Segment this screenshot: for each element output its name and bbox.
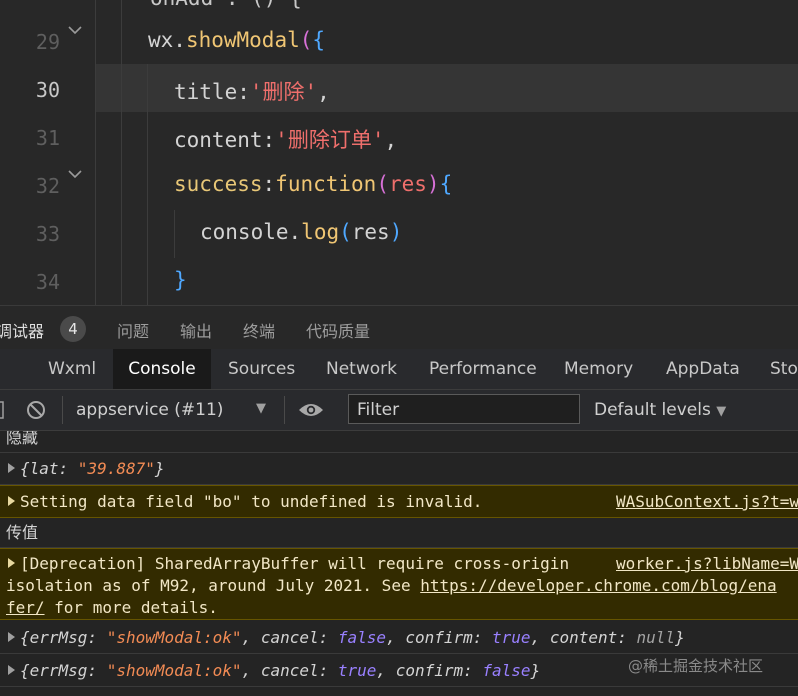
code-line-30: title:'删除', xyxy=(174,76,330,106)
tab-console[interactable]: Console xyxy=(113,349,211,389)
expand-triangle-icon[interactable] xyxy=(8,558,15,568)
tab-sources[interactable]: Sources xyxy=(212,349,311,389)
line-number: 34 xyxy=(0,270,60,294)
tab-wxml[interactable]: Wxml xyxy=(32,349,112,389)
filter-input[interactable] xyxy=(355,398,575,422)
indent-guide xyxy=(121,0,122,305)
log-levels-dropdown[interactable]: Default levels ▼ xyxy=(594,400,726,420)
log-row: 隐藏 xyxy=(0,431,798,453)
code-line-29: wx.showModal({ xyxy=(148,28,325,52)
expand-triangle-icon[interactable] xyxy=(8,496,15,506)
tab-performance[interactable]: Performance xyxy=(413,349,553,389)
line-number-active: 30 xyxy=(0,78,60,102)
context-selector[interactable]: appservice (#11) xyxy=(76,400,223,420)
log-levels-label: Default levels xyxy=(594,400,711,420)
partial-code-line: onAdd : () { xyxy=(150,0,302,10)
tab-network[interactable]: Network xyxy=(310,349,413,389)
code-editor[interactable]: onAdd : () { 29 30 31 32 33 34 wx.showMo… xyxy=(0,0,798,305)
expand-triangle-icon[interactable] xyxy=(8,632,15,642)
panel-tab-bar: 调试器 4 问题 输出 终端 代码质量 xyxy=(0,305,798,350)
warning-row[interactable]: Setting data field "bo" to undefined is … xyxy=(0,485,798,518)
source-link[interactable]: worker.js?libName=W xyxy=(616,553,798,575)
code-line-32: success:function(res){ xyxy=(174,172,452,196)
filter-box xyxy=(348,394,580,424)
code-line-31: content:'删除订单', xyxy=(174,124,397,154)
code-line-34: } xyxy=(174,268,187,292)
line-number: 33 xyxy=(0,222,60,246)
tab-memory[interactable]: Memory xyxy=(548,349,649,389)
line-number: 29 xyxy=(0,30,60,54)
indent-guide xyxy=(174,210,175,258)
divider xyxy=(62,396,63,424)
line-number: 31 xyxy=(0,126,60,150)
log-row-object[interactable]: {lat: "39.887"} xyxy=(0,453,798,485)
tab-debugger[interactable]: 调试器 xyxy=(0,318,44,342)
debugger-badge: 4 xyxy=(60,316,86,342)
deprecation-link[interactable]: fer/ xyxy=(6,598,45,617)
tab-output[interactable]: 输出 xyxy=(180,318,212,342)
tab-code-quality[interactable]: 代码质量 xyxy=(306,318,370,342)
tab-storage[interactable]: Sto xyxy=(754,349,798,389)
tab-problems[interactable]: 问题 xyxy=(117,318,149,342)
warning-row[interactable]: [Deprecation] SharedArrayBuffer will req… xyxy=(0,548,798,620)
chevron-down-icon[interactable] xyxy=(66,24,84,36)
tab-terminal[interactable]: 终端 xyxy=(243,318,275,342)
divider xyxy=(284,396,285,424)
chevron-down-icon[interactable] xyxy=(66,168,84,180)
console-toolbar: appservice (#11) ▼ Default levels ▼ xyxy=(0,390,798,431)
log-row-object[interactable]: {errMsg: "showModal:ok", cancel: false, … xyxy=(0,621,798,654)
sidebar-toggle-icon[interactable] xyxy=(0,401,6,419)
devtools-tab-bar: ⴮ Wxml Console Sources Network Performan… xyxy=(0,349,798,390)
deprecation-link[interactable]: https://developer.chrome.com/blog/ena xyxy=(420,576,776,595)
expand-triangle-icon[interactable] xyxy=(8,463,15,473)
expand-triangle-icon[interactable] xyxy=(8,665,15,675)
indent-guide xyxy=(95,0,96,305)
chevron-down-icon[interactable]: ▼ xyxy=(256,401,266,416)
eye-icon[interactable] xyxy=(298,401,324,419)
log-row: 传值 xyxy=(0,518,798,548)
tab-appdata[interactable]: AppData xyxy=(650,349,756,389)
code-line-33: console.log(res) xyxy=(200,220,402,244)
line-number: 32 xyxy=(0,174,60,198)
watermark: @稀土掘金技术社区 xyxy=(628,655,763,676)
clear-console-icon[interactable] xyxy=(26,400,46,420)
devtools-menu-icon[interactable]: ⴮ xyxy=(0,349,14,389)
source-link[interactable]: WASubContext.js?t=w xyxy=(616,486,798,518)
indent-guide xyxy=(147,64,148,305)
chevron-down-icon: ▼ xyxy=(716,404,726,419)
